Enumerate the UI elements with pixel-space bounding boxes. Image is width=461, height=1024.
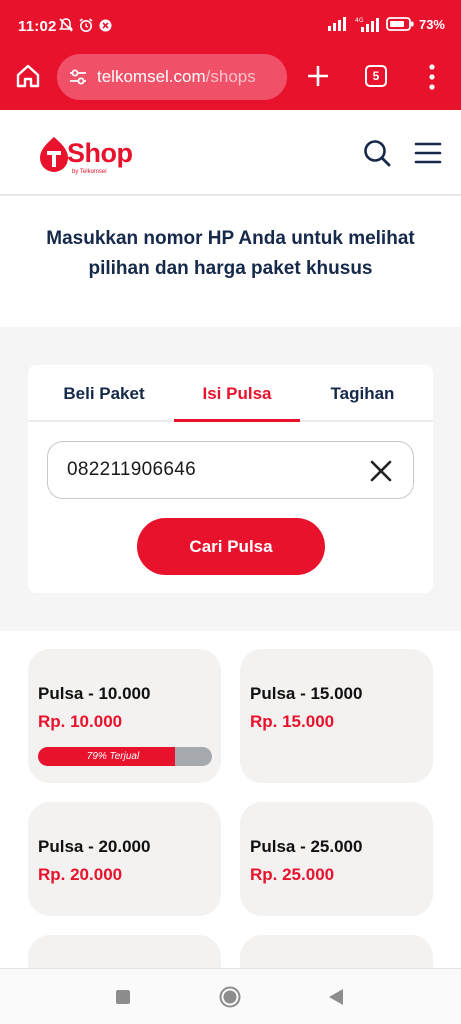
active-tab-indicator bbox=[174, 419, 300, 422]
product-name: Pulsa - 10.000 bbox=[38, 684, 151, 703]
tab-switcher-button[interactable]: 5 bbox=[365, 65, 387, 87]
nav-back-icon[interactable] bbox=[328, 988, 344, 1006]
product-price: Rp. 15.000 bbox=[250, 712, 335, 731]
site-header: Shop by Telkomsel bbox=[0, 110, 461, 196]
tab-tagihan[interactable]: Tagihan bbox=[300, 365, 425, 422]
status-time: 11:02 bbox=[18, 18, 57, 35]
url-host: telkomsel.com bbox=[97, 67, 206, 86]
plus-icon[interactable] bbox=[305, 63, 331, 89]
more-vert-icon[interactable] bbox=[428, 64, 436, 90]
browser-chrome: 11:02 4G 73% telkomsel.com/shops 5 bbox=[0, 0, 461, 110]
muted-bell-icon bbox=[58, 18, 74, 32]
url-path: /shops bbox=[205, 67, 256, 86]
product-name: Pulsa - 25.000 bbox=[250, 837, 363, 856]
product-card[interactable]: Pulsa - 20.000 Rp. 20.000 bbox=[28, 802, 221, 916]
nav-home-icon[interactable] bbox=[219, 986, 241, 1008]
product-price: Rp. 25.000 bbox=[250, 865, 335, 884]
battery-icon bbox=[386, 17, 414, 31]
system-nav-bar bbox=[0, 968, 461, 1024]
url-text: telkomsel.com/shops bbox=[97, 67, 256, 87]
product-card-partial[interactable] bbox=[28, 935, 221, 968]
sold-progress-bar: 79% Terjual bbox=[38, 747, 212, 766]
product-card[interactable]: Pulsa - 10.000 Rp. 10.000 79% Terjual bbox=[28, 649, 221, 783]
browser-toolbar: telkomsel.com/shops 5 bbox=[0, 52, 461, 102]
clear-icon[interactable] bbox=[369, 459, 393, 483]
address-bar[interactable]: telkomsel.com/shops bbox=[57, 54, 287, 100]
form-section: Beli Paket Isi Pulsa Tagihan 08221190664… bbox=[0, 327, 461, 631]
product-price: Rp. 10.000 bbox=[38, 712, 123, 731]
tshop-logo[interactable]: Shop by Telkomsel bbox=[38, 134, 148, 180]
cari-pulsa-button[interactable]: Cari Pulsa bbox=[137, 518, 325, 575]
telkomsel-logo-mark-icon bbox=[40, 137, 68, 172]
page-headline: Masukkan nomor HP Anda untuk melihat pil… bbox=[46, 228, 415, 279]
svg-text:4G: 4G bbox=[355, 17, 364, 24]
tab-isi-pulsa[interactable]: Isi Pulsa bbox=[174, 365, 300, 422]
phone-number-input[interactable]: 082211906646 bbox=[47, 441, 414, 499]
recent-apps-icon[interactable] bbox=[116, 990, 130, 1004]
status-bar: 11:02 4G 73% bbox=[0, 0, 461, 52]
product-card-partial[interactable] bbox=[240, 935, 433, 968]
logo-text: Shop bbox=[67, 138, 133, 168]
product-price: Rp. 20.000 bbox=[38, 865, 123, 884]
phone-number-value: 082211906646 bbox=[67, 459, 196, 480]
status-right-group: 4G 73% bbox=[327, 16, 445, 32]
purchase-form-card: Beli Paket Isi Pulsa Tagihan 08221190664… bbox=[28, 365, 433, 593]
site-settings-icon[interactable] bbox=[67, 66, 89, 88]
product-grid: Pulsa - 10.000 Rp. 10.000 79% Terjual Pu… bbox=[0, 631, 461, 968]
logo-subtext: by Telkomsel bbox=[72, 169, 107, 175]
sold-progress-label: 79% Terjual bbox=[86, 751, 140, 762]
status-notification-icons bbox=[58, 17, 113, 33]
search-icon[interactable] bbox=[362, 138, 392, 168]
tab-beli-paket[interactable]: Beli Paket bbox=[36, 365, 172, 422]
alarm-icon bbox=[79, 18, 93, 32]
signal-icon bbox=[327, 17, 346, 31]
battery-percent: 73% bbox=[418, 16, 445, 32]
form-tabs: Beli Paket Isi Pulsa Tagihan bbox=[28, 365, 433, 422]
signal-4g-icon: 4G bbox=[355, 17, 379, 32]
product-name: Pulsa - 15.000 bbox=[250, 684, 363, 703]
product-name: Pulsa - 20.000 bbox=[38, 837, 151, 856]
home-icon[interactable] bbox=[14, 62, 42, 90]
product-card[interactable]: Pulsa - 15.000 Rp. 15.000 bbox=[240, 649, 433, 783]
app-notification-icon bbox=[99, 19, 112, 32]
hamburger-menu-icon[interactable] bbox=[414, 141, 442, 165]
product-card[interactable]: Pulsa - 25.000 Rp. 25.000 bbox=[240, 802, 433, 916]
